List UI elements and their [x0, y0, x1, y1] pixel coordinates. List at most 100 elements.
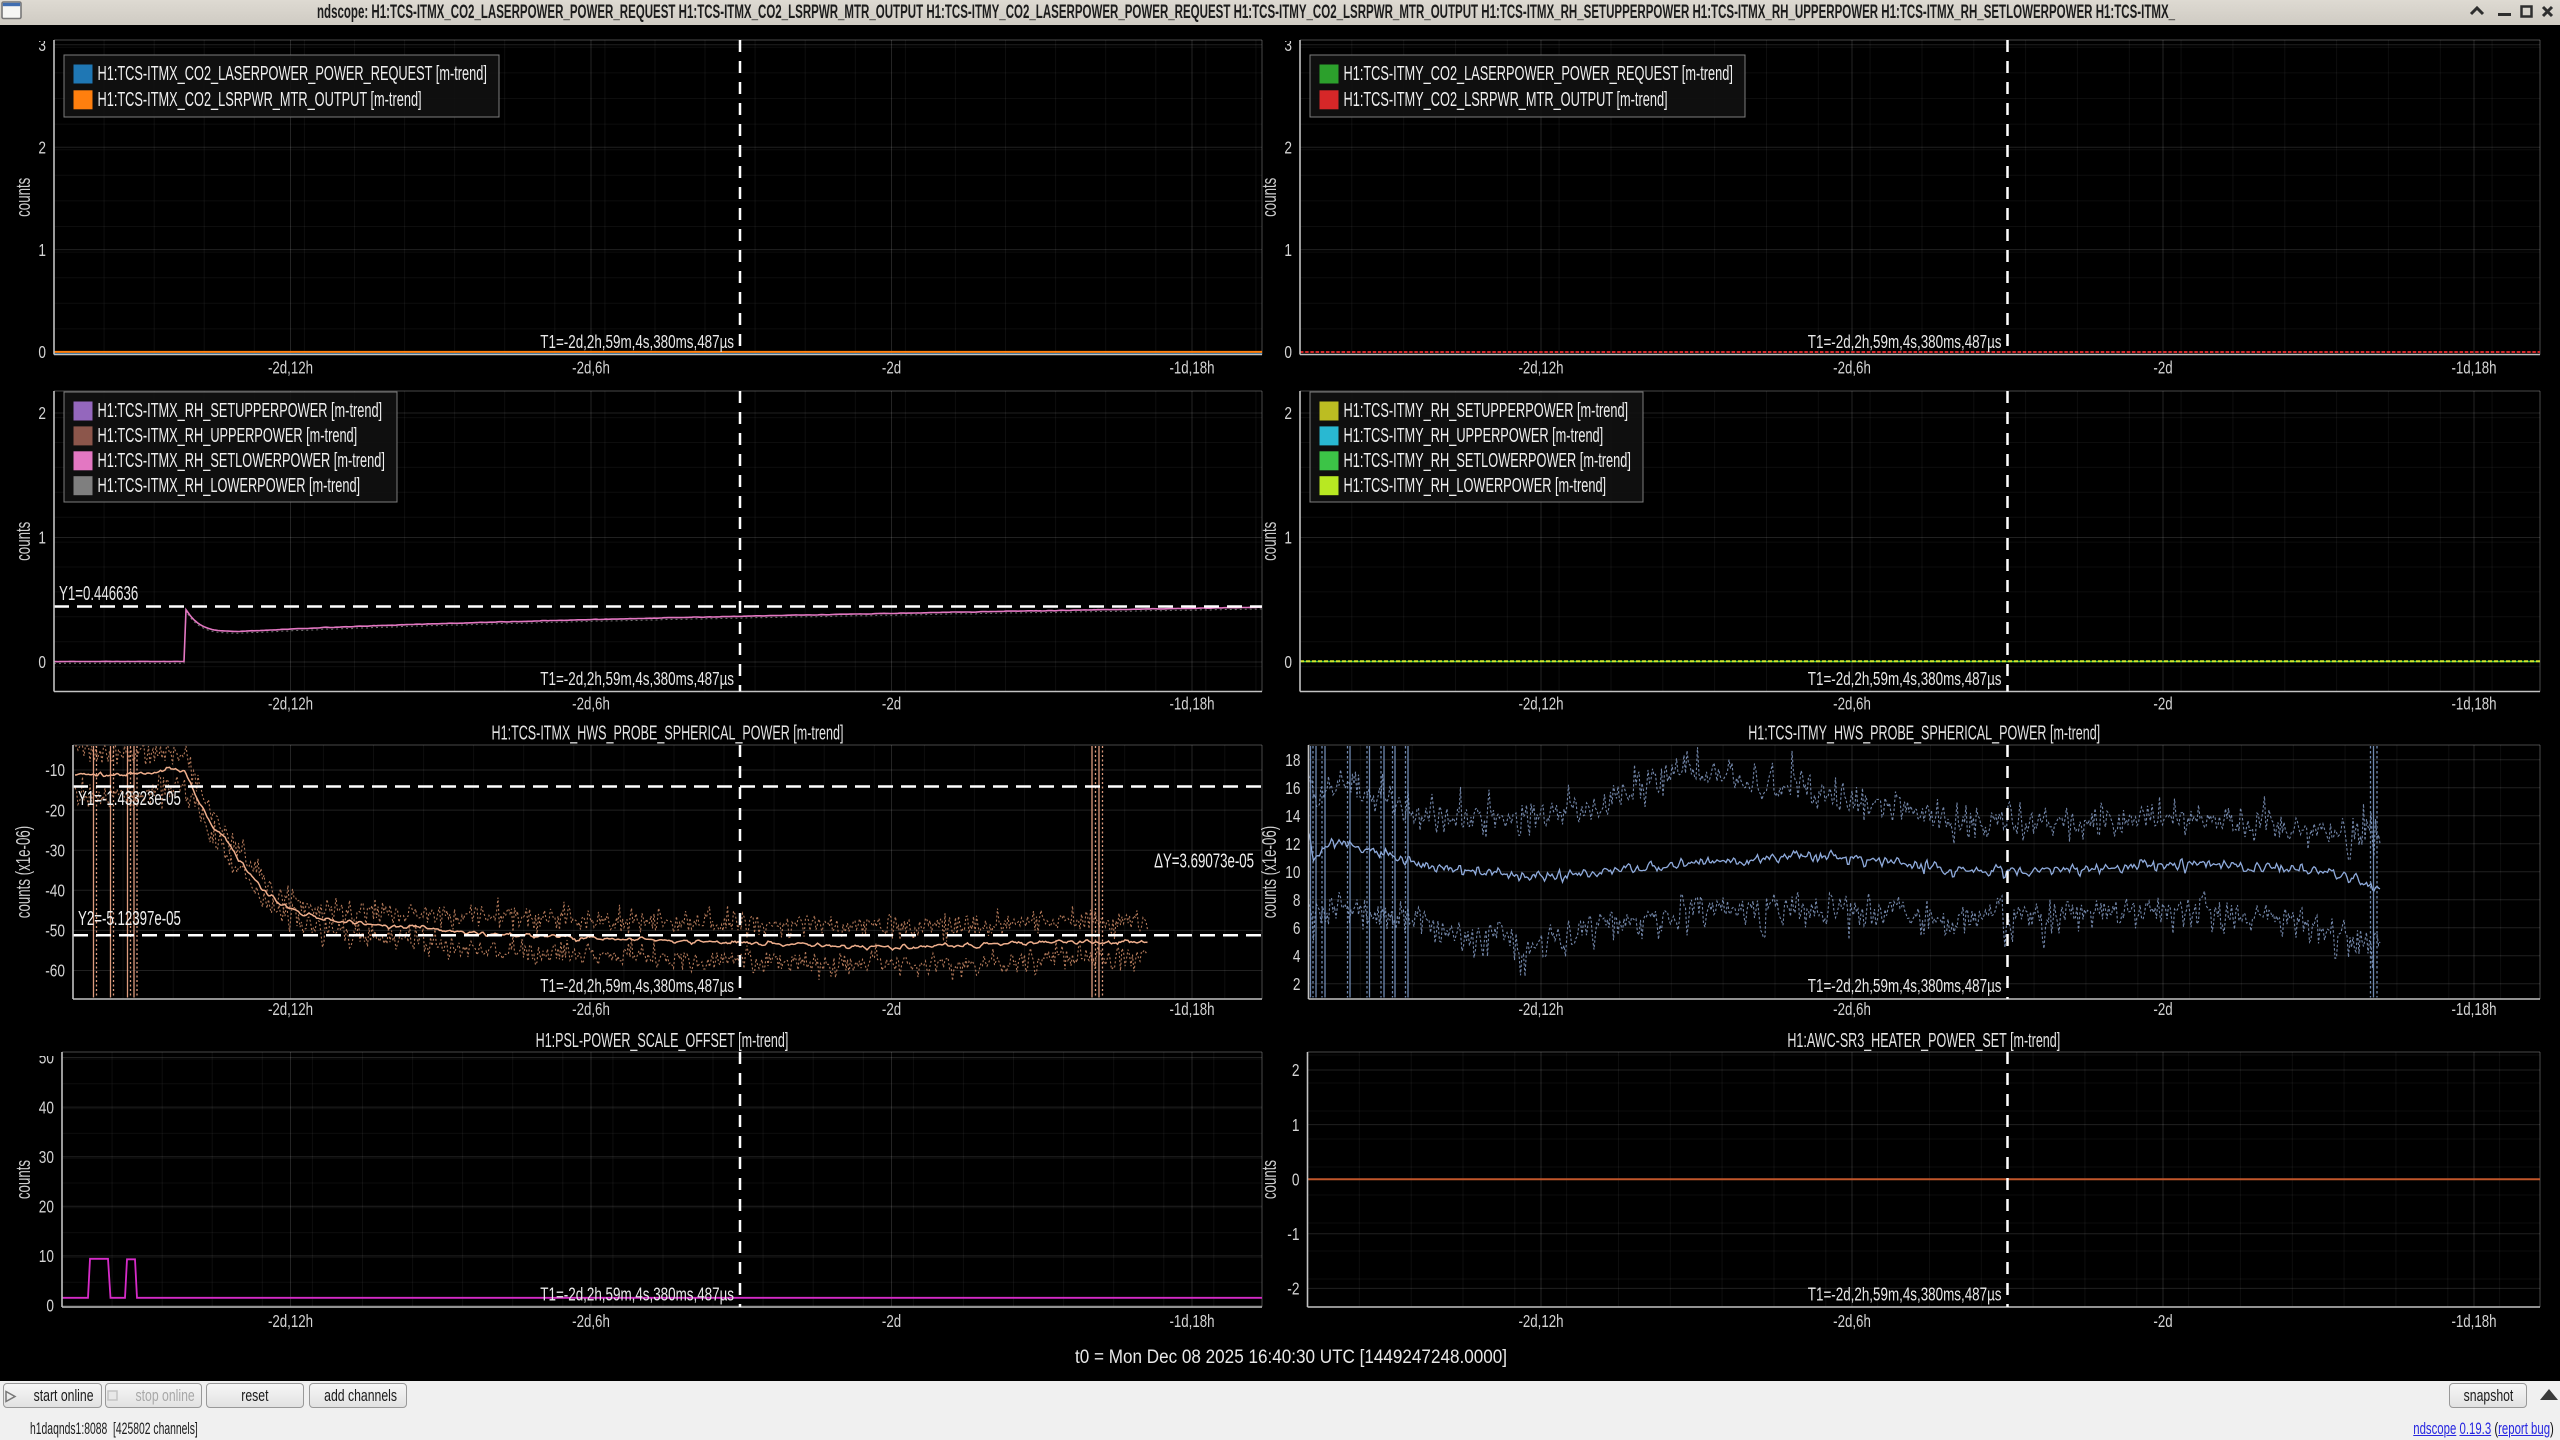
svg-text:-2d: -2d: [882, 358, 901, 378]
svg-text:2: 2: [38, 403, 46, 423]
svg-text:16: 16: [1285, 778, 1300, 798]
svg-text:2: 2: [1284, 137, 1292, 157]
svg-text:counts: counts: [1259, 522, 1281, 561]
svg-text:8: 8: [1293, 890, 1301, 910]
svg-text:-1d,18h: -1d,18h: [2451, 358, 2496, 378]
svg-text:H1:TCS-ITMY_RH_LOWERPOWER [m-t: H1:TCS-ITMY_RH_LOWERPOWER [m-trend]: [1344, 474, 1607, 497]
svg-text:counts: counts: [13, 522, 35, 561]
svg-text:counts: counts: [1259, 178, 1281, 217]
svg-text:H1:TCS-ITMY_HWS_PROBE_SPHERICA: H1:TCS-ITMY_HWS_PROBE_SPHERICAL_POWER [m…: [1748, 723, 2100, 745]
svg-text:2: 2: [1292, 1060, 1300, 1080]
svg-text:-2d,12h: -2d,12h: [1518, 1311, 1563, 1331]
svg-text:ΔY=3.69073e-05: ΔY=3.69073e-05: [1154, 850, 1254, 873]
svg-text:-2d,6h: -2d,6h: [1833, 358, 1871, 378]
svg-text:-1d,18h: -1d,18h: [2451, 1311, 2496, 1331]
svg-text:H1:TCS-ITMX_HWS_PROBE_SPHERICA: H1:TCS-ITMX_HWS_PROBE_SPHERICAL_POWER [m…: [492, 723, 844, 745]
svg-text:H1:TCS-ITMY_RH_UPPERPOWER [m-t: H1:TCS-ITMY_RH_UPPERPOWER [m-trend]: [1344, 424, 1604, 447]
svg-text:counts: counts: [1259, 1160, 1281, 1199]
svg-text:50: 50: [39, 1048, 54, 1068]
svg-text:1: 1: [1284, 528, 1292, 548]
svg-text:-2d: -2d: [2153, 999, 2172, 1019]
svg-text:H1:TCS-ITMY_CO2_LASERPOWER_POW: H1:TCS-ITMY_CO2_LASERPOWER_POWER_REQUEST…: [1344, 62, 1733, 85]
svg-text:-40: -40: [45, 881, 65, 901]
svg-text:-2d,12h: -2d,12h: [1518, 999, 1563, 1019]
svg-text:H1:TCS-ITMY_RH_SETUPPERPOWER [: H1:TCS-ITMY_RH_SETUPPERPOWER [m-trend]: [1344, 399, 1629, 422]
svg-text:0: 0: [46, 1296, 54, 1316]
svg-text:0: 0: [38, 342, 46, 362]
svg-text:-2d: -2d: [882, 1311, 901, 1331]
svg-text:-50: -50: [45, 921, 65, 941]
svg-text:H1:PSL-POWER_SCALE_OFFSET [m-t: H1:PSL-POWER_SCALE_OFFSET [m-trend]: [536, 1030, 789, 1052]
svg-text:30: 30: [39, 1147, 54, 1167]
svg-text:0: 0: [1284, 342, 1292, 362]
svg-text:H1:TCS-ITMX_RH_LOWERPOWER [m-t: H1:TCS-ITMX_RH_LOWERPOWER [m-trend]: [98, 474, 361, 497]
svg-text:-2d: -2d: [882, 999, 901, 1019]
svg-text:10: 10: [39, 1246, 54, 1266]
svg-text:-1d,18h: -1d,18h: [1169, 1311, 1214, 1331]
svg-text:1: 1: [38, 528, 46, 548]
svg-text:H1:TCS-ITMX_RH_SETUPPERPOWER [: H1:TCS-ITMX_RH_SETUPPERPOWER [m-trend]: [98, 399, 383, 422]
svg-text:-2d,12h: -2d,12h: [268, 999, 313, 1019]
svg-text:-1d,18h: -1d,18h: [2451, 694, 2496, 714]
svg-text:T1=-2d,2h,59m,4s,380ms,487µs: T1=-2d,2h,59m,4s,380ms,487µs: [540, 332, 734, 352]
svg-text:1: 1: [1292, 1115, 1300, 1135]
svg-text:-1d,18h: -1d,18h: [1169, 694, 1214, 714]
svg-text:T1=-2d,2h,59m,4s,380ms,487µs: T1=-2d,2h,59m,4s,380ms,487µs: [1808, 332, 2002, 352]
svg-text:20: 20: [39, 1197, 54, 1217]
svg-text:counts: counts: [13, 1160, 35, 1199]
svg-text:H1:TCS-ITMX_RH_SETLOWERPOWER [: H1:TCS-ITMX_RH_SETLOWERPOWER [m-trend]: [98, 449, 385, 472]
svg-text:-1d,18h: -1d,18h: [1169, 358, 1214, 378]
svg-text:-20: -20: [45, 800, 65, 820]
svg-text:-2d,6h: -2d,6h: [1833, 1311, 1871, 1331]
svg-text:10: 10: [1285, 862, 1300, 882]
svg-text:-1d,18h: -1d,18h: [2451, 999, 2496, 1019]
svg-text:2: 2: [1293, 974, 1301, 994]
svg-text:-2: -2: [1287, 1279, 1299, 1299]
svg-text:H1:TCS-ITMX_CO2_LASERPOWER_POW: H1:TCS-ITMX_CO2_LASERPOWER_POWER_REQUEST…: [98, 62, 487, 85]
svg-text:-2d: -2d: [2153, 358, 2172, 378]
svg-text:-2d,6h: -2d,6h: [572, 1311, 610, 1331]
svg-text:-1d,18h: -1d,18h: [1169, 999, 1214, 1019]
svg-text:-60: -60: [45, 961, 65, 981]
svg-text:-2d,6h: -2d,6h: [1833, 694, 1871, 714]
svg-text:T1=-2d,2h,59m,4s,380ms,487µs: T1=-2d,2h,59m,4s,380ms,487µs: [1808, 669, 2002, 689]
svg-text:counts (x1e-06): counts (x1e-06): [13, 826, 35, 918]
svg-text:T1=-2d,2h,59m,4s,380ms,487µs: T1=-2d,2h,59m,4s,380ms,487µs: [540, 976, 734, 996]
svg-text:-30: -30: [45, 840, 65, 860]
svg-text:12: 12: [1285, 834, 1300, 854]
svg-text:t0 = Mon Dec 08 2025 16:40:30: t0 = Mon Dec 08 2025 16:40:30 UTC [14492…: [1075, 1347, 1507, 1368]
svg-text:-2d: -2d: [2153, 1311, 2172, 1331]
svg-text:counts: counts: [13, 178, 35, 217]
svg-text:T1=-2d,2h,59m,4s,380ms,487µs: T1=-2d,2h,59m,4s,380ms,487µs: [1808, 976, 2002, 996]
svg-text:1: 1: [1284, 240, 1292, 260]
svg-text:T1=-2d,2h,59m,4s,380ms,487µs: T1=-2d,2h,59m,4s,380ms,487µs: [1808, 1285, 2002, 1305]
svg-text:0: 0: [1284, 652, 1292, 672]
svg-text:-10: -10: [45, 760, 65, 780]
svg-text:-2d,12h: -2d,12h: [1518, 358, 1563, 378]
svg-text:3: 3: [38, 35, 46, 55]
svg-text:H1:TCS-ITMX_CO2_LSRPWR_MTR_OUT: H1:TCS-ITMX_CO2_LSRPWR_MTR_OUTPUT [m-tre…: [98, 88, 422, 111]
svg-text:-2d,6h: -2d,6h: [572, 358, 610, 378]
svg-text:0: 0: [1292, 1169, 1300, 1189]
svg-text:H1:TCS-ITMY_CO2_LSRPWR_MTR_OUT: H1:TCS-ITMY_CO2_LSRPWR_MTR_OUTPUT [m-tre…: [1344, 88, 1668, 111]
svg-text:H1:TCS-ITMY_RH_SETLOWERPOWER [: H1:TCS-ITMY_RH_SETLOWERPOWER [m-trend]: [1344, 449, 1631, 472]
svg-text:-2d: -2d: [2153, 694, 2172, 714]
svg-text:1: 1: [38, 240, 46, 260]
svg-text:-2d,12h: -2d,12h: [268, 358, 313, 378]
svg-text:H1:AWC-SR3_HEATER_POWER_SET [m: H1:AWC-SR3_HEATER_POWER_SET [m-trend]: [1787, 1030, 2060, 1052]
svg-text:2: 2: [1284, 403, 1292, 423]
svg-text:-2d,12h: -2d,12h: [1518, 694, 1563, 714]
svg-text:-2d: -2d: [882, 694, 901, 714]
svg-text:-2d,12h: -2d,12h: [268, 1311, 313, 1331]
svg-text:T1=-2d,2h,59m,4s,380ms,487µs: T1=-2d,2h,59m,4s,380ms,487µs: [540, 1285, 734, 1305]
svg-text:-2d,12h: -2d,12h: [268, 694, 313, 714]
svg-text:T1=-2d,2h,59m,4s,380ms,487µs: T1=-2d,2h,59m,4s,380ms,487µs: [540, 669, 734, 689]
svg-text:0: 0: [38, 652, 46, 672]
svg-text:Y1=0.446636: Y1=0.446636: [59, 582, 138, 605]
svg-text:H1:TCS-ITMX_RH_UPPERPOWER [m-t: H1:TCS-ITMX_RH_UPPERPOWER [m-trend]: [98, 424, 358, 447]
svg-text:4: 4: [1293, 946, 1301, 966]
svg-text:18: 18: [1285, 750, 1300, 770]
svg-text:-2d,6h: -2d,6h: [572, 999, 610, 1019]
svg-text:Y1=-1.43323e-05: Y1=-1.43323e-05: [78, 787, 181, 810]
svg-text:2: 2: [38, 137, 46, 157]
